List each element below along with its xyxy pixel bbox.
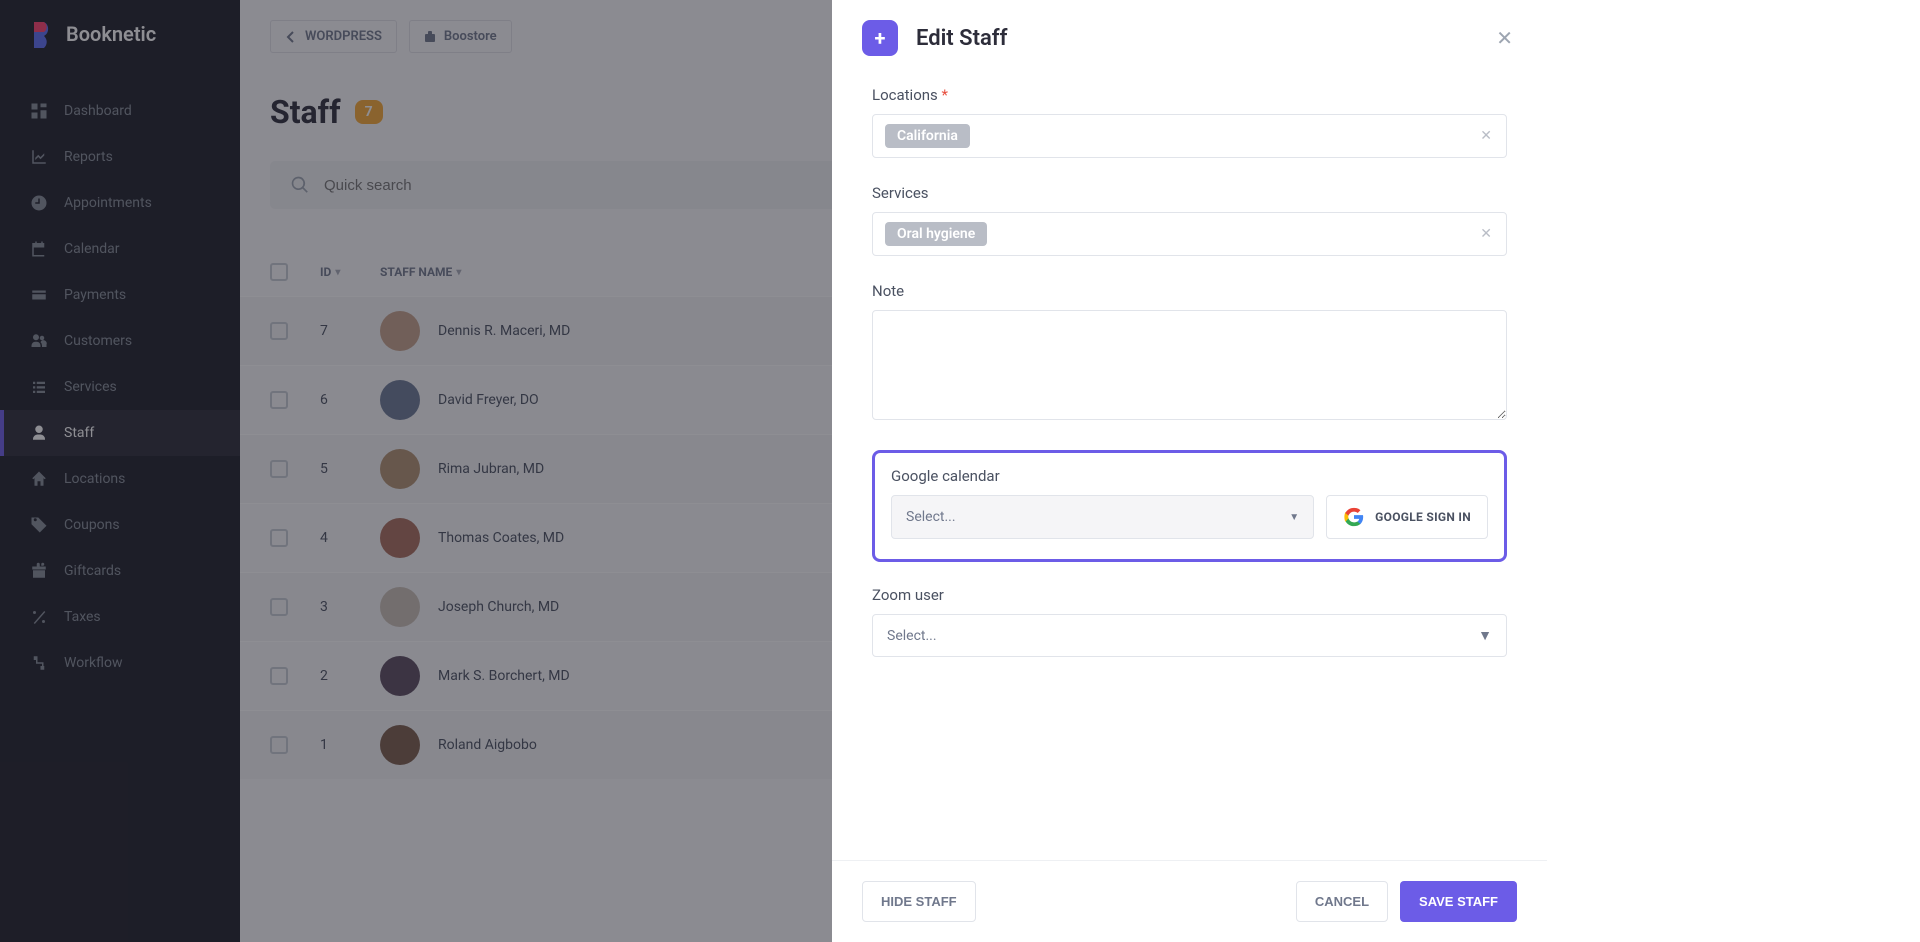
- zoom-label: Zoom user: [872, 586, 1507, 604]
- google-signin-button[interactable]: GOOGLE SIGN IN: [1326, 495, 1488, 539]
- drawer-header: + Edit Staff ✕: [832, 0, 1547, 76]
- locations-label: Locations *: [872, 86, 1507, 104]
- zoom-select-placeholder: Select...: [887, 628, 937, 644]
- google-icon: [1343, 506, 1365, 528]
- cancel-button[interactable]: CANCEL: [1296, 881, 1388, 922]
- close-button[interactable]: ✕: [1492, 22, 1517, 54]
- chevron-down-icon: ▼: [1289, 512, 1299, 523]
- google-signin-label: GOOGLE SIGN IN: [1375, 510, 1471, 524]
- service-tag[interactable]: Oral hygiene: [885, 222, 987, 246]
- hide-staff-button[interactable]: HIDE STAFF: [862, 881, 976, 922]
- drawer-footer: HIDE STAFF CANCEL SAVE STAFF: [832, 860, 1547, 942]
- note-field: Note: [872, 282, 1507, 424]
- zoom-field: Zoom user Select... ▼: [872, 586, 1507, 657]
- google-calendar-section: Google calendar Select... ▼ GOOGLE S: [872, 450, 1507, 562]
- plus-icon: +: [862, 20, 898, 56]
- edit-staff-drawer: + Edit Staff ✕ Locations * California ✕ …: [832, 0, 1547, 942]
- locations-field: Locations * California ✕: [872, 86, 1507, 158]
- location-tag[interactable]: California: [885, 124, 970, 148]
- gcal-label: Google calendar: [891, 467, 1488, 485]
- chevron-down-icon: ▼: [1478, 627, 1492, 644]
- save-staff-button[interactable]: SAVE STAFF: [1400, 881, 1517, 922]
- services-field: Services Oral hygiene ✕: [872, 184, 1507, 256]
- gcal-select[interactable]: Select... ▼: [891, 495, 1314, 539]
- clear-locations-icon[interactable]: ✕: [1480, 128, 1492, 144]
- drawer-body: Locations * California ✕ Services Oral h…: [832, 76, 1547, 860]
- gcal-select-placeholder: Select...: [906, 509, 956, 525]
- clear-services-icon[interactable]: ✕: [1480, 226, 1492, 242]
- services-input[interactable]: Oral hygiene ✕: [872, 212, 1507, 256]
- drawer-title: Edit Staff: [916, 26, 1474, 51]
- locations-input[interactable]: California ✕: [872, 114, 1507, 158]
- note-textarea[interactable]: [872, 310, 1507, 420]
- note-label: Note: [872, 282, 1507, 300]
- zoom-select[interactable]: Select... ▼: [872, 614, 1507, 657]
- services-label: Services: [872, 184, 1507, 202]
